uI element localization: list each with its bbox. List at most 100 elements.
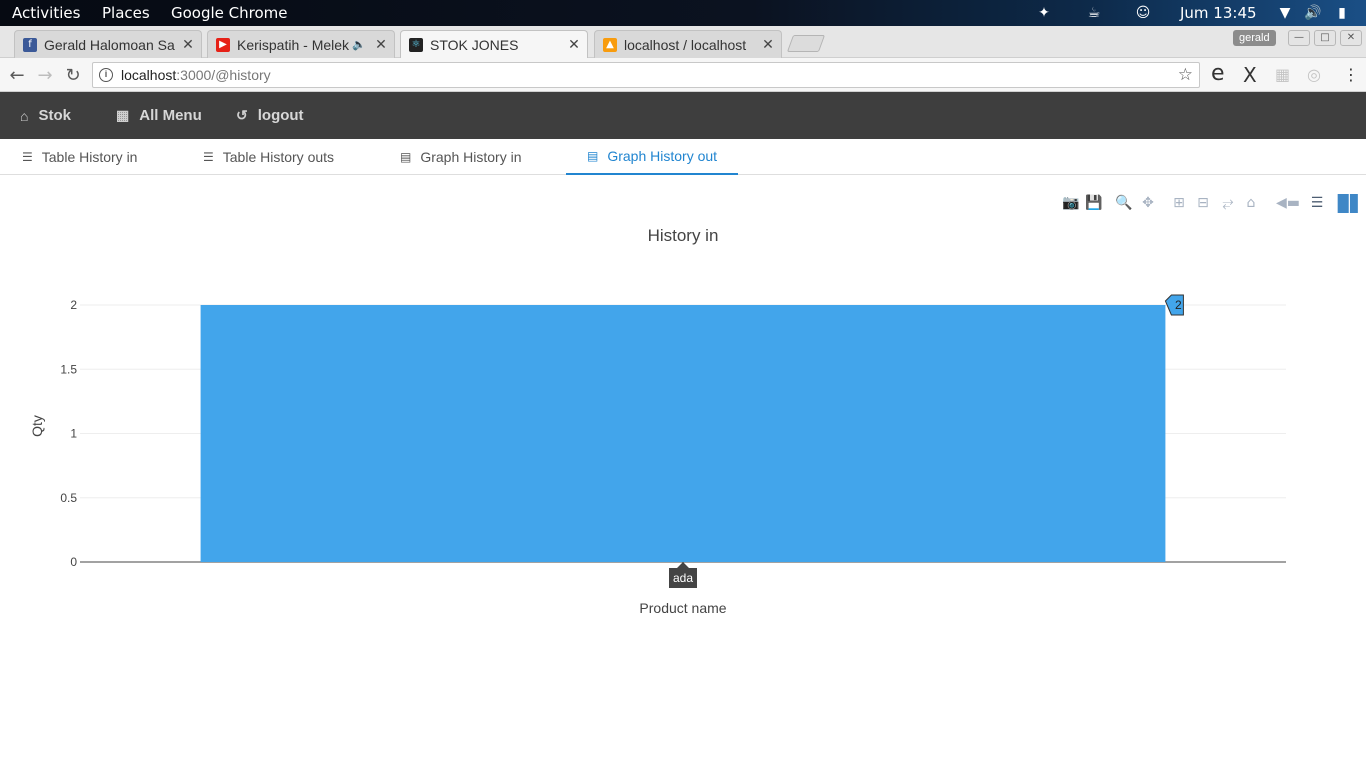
- save-icon[interactable]: 💾: [1085, 194, 1103, 212]
- extension-grid-icon[interactable]: ▦: [1275, 65, 1290, 84]
- tab-title: Kerispatih - Melek: [237, 36, 350, 53]
- reset-icon[interactable]: ⌂: [1242, 194, 1260, 212]
- x-hover-label: ada: [673, 571, 693, 585]
- accessibility-icon[interactable]: ☺: [1134, 4, 1152, 22]
- tick-labels: 0 0.5 1 1.5 2: [60, 298, 77, 569]
- forward-icon[interactable]: →: [34, 64, 56, 86]
- tab-title: localhost / localhost: [624, 36, 747, 53]
- y-tick-label: 1.5: [60, 362, 77, 376]
- hover-compare-icon[interactable]: ☰: [1306, 194, 1328, 212]
- zoom-in-icon[interactable]: ⊞: [1170, 194, 1188, 212]
- chrome-menu-icon[interactable]: ⋮: [1343, 65, 1359, 84]
- list-icon: ☰: [22, 150, 33, 164]
- back-icon[interactable]: ←: [6, 64, 28, 86]
- history-tabs: ☰ Table History in ☰ Table History outs …: [0, 139, 1366, 175]
- chart-icon: ▤: [587, 149, 599, 163]
- y-tick-label: 0.5: [60, 491, 77, 505]
- close-icon[interactable]: ✕: [179, 37, 197, 53]
- app-menu[interactable]: Google Chrome: [171, 4, 288, 22]
- audio-icon[interactable]: 🔈: [352, 38, 366, 51]
- clock[interactable]: Jum 13:45: [1180, 4, 1257, 22]
- phpmyadmin-icon: ▲: [603, 37, 617, 52]
- chart-title: History in: [648, 226, 719, 245]
- url-host: localhost: [121, 67, 177, 83]
- youtube-icon: ▶: [216, 37, 230, 52]
- y-tick-label: 2: [70, 298, 77, 312]
- wifi-icon[interactable]: ▼: [1276, 4, 1294, 22]
- y-tick-label: 0: [70, 555, 77, 569]
- grid-icon: ▦: [116, 107, 130, 123]
- plotly-logo-icon[interactable]: ▉▋: [1338, 194, 1363, 213]
- app-navbar: ⌂ Stok ▦ All Menu ↺ logout: [0, 92, 1366, 139]
- zoom-icon[interactable]: 🔍: [1115, 194, 1133, 212]
- y-tick-label: 1: [70, 427, 77, 441]
- address-bar[interactable]: i localhost:3000/@history ☆: [92, 62, 1200, 88]
- bar: [200, 305, 1166, 562]
- extension-x-icon[interactable]: X: [1243, 63, 1257, 87]
- camera-icon[interactable]: 📷: [1062, 194, 1080, 212]
- url-path: :3000/@history: [176, 67, 271, 83]
- y-hover-label: 2: [1175, 298, 1182, 312]
- update-icon[interactable]: ✦: [1035, 4, 1053, 22]
- y-hover-box: [1164, 294, 1184, 316]
- x-hover-box: [669, 562, 697, 588]
- window-close-icon[interactable]: ✕: [1340, 30, 1362, 46]
- chart-icon: ▤: [400, 150, 412, 164]
- bars: [200, 305, 1166, 562]
- battery-icon[interactable]: ▮: [1333, 4, 1351, 22]
- reload-icon[interactable]: ↻: [62, 64, 84, 86]
- browser-tab-phpmyadmin[interactable]: ▲ localhost / localhost ✕: [594, 30, 782, 58]
- home-icon: ⌂: [20, 107, 29, 124]
- react-icon: ⚛: [409, 37, 423, 52]
- maximize-icon[interactable]: □: [1314, 30, 1336, 46]
- browser-tab-facebook[interactable]: f Gerald Halomoan Sa ✕: [14, 30, 202, 58]
- nav-label: All Menu: [139, 107, 202, 124]
- close-icon[interactable]: ✕: [372, 37, 390, 53]
- tab-label: Table History outs: [222, 149, 335, 165]
- url-text[interactable]: localhost:3000/@history: [121, 67, 271, 83]
- nav-logout[interactable]: ↺ logout: [236, 92, 304, 139]
- profile-button[interactable]: gerald: [1233, 30, 1276, 46]
- cup-icon[interactable]: ☕: [1085, 4, 1103, 22]
- list-icon: ☰: [203, 150, 214, 164]
- tab-graph-history-in[interactable]: ▤ Graph History in: [400, 139, 522, 175]
- nav-label: logout: [257, 107, 304, 124]
- logout-icon: ↺: [236, 107, 248, 123]
- bookmark-star-icon[interactable]: ☆: [1178, 65, 1193, 85]
- tab-label: Table History in: [41, 149, 138, 165]
- browser-tab-stok-jones[interactable]: ⚛ STOK JONES ✕: [400, 30, 588, 58]
- hover-closest-icon[interactable]: ◀▬: [1276, 194, 1300, 212]
- extension-e-icon[interactable]: e: [1211, 61, 1225, 86]
- zoom-out-icon[interactable]: ⊟: [1194, 194, 1212, 212]
- tab-label: Graph History out: [607, 148, 718, 164]
- pan-icon[interactable]: ✥: [1139, 194, 1157, 212]
- hover-labels: ada 2: [669, 294, 1184, 588]
- browser-toolbar: ← → ↻ i localhost:3000/@history ☆ e X ▦ …: [0, 58, 1366, 92]
- x-axis-label: Product name: [639, 600, 726, 616]
- tab-graph-history-out[interactable]: ▤ Graph History out: [566, 139, 738, 175]
- tab-table-history-in[interactable]: ☰ Table History in: [22, 139, 137, 175]
- system-top-bar: Activities Places Google Chrome ✦ ☕ ☺ Ju…: [0, 0, 1366, 26]
- places-menu[interactable]: Places: [102, 4, 150, 22]
- facebook-icon: f: [23, 37, 37, 52]
- new-tab-button[interactable]: [786, 35, 826, 52]
- nav-stok[interactable]: ⌂ Stok: [20, 92, 71, 139]
- tab-title: Gerald Halomoan Sa: [44, 36, 175, 53]
- tab-label: Graph History in: [420, 149, 522, 165]
- y-axis-label: Qty: [29, 415, 45, 437]
- activities-button[interactable]: Activities: [12, 4, 80, 22]
- nav-all-menu[interactable]: ▦ All Menu: [116, 92, 202, 139]
- gridlines: [80, 304, 1286, 563]
- close-icon[interactable]: ✕: [565, 37, 583, 53]
- volume-icon[interactable]: 🔊: [1304, 4, 1322, 22]
- autoscale-icon[interactable]: ⥂: [1219, 194, 1237, 212]
- tab-table-history-outs[interactable]: ☰ Table History outs: [203, 139, 334, 175]
- close-icon[interactable]: ✕: [759, 37, 777, 53]
- info-icon[interactable]: i: [99, 68, 113, 82]
- browser-tab-youtube[interactable]: ▶ Kerispatih - Melek 🔈 ✕: [207, 30, 395, 58]
- nav-label: Stok: [38, 107, 71, 124]
- extension-circle-icon[interactable]: ◎: [1307, 65, 1321, 84]
- browser-tab-strip: f Gerald Halomoan Sa ✕ ▶ Kerispatih - Me…: [0, 26, 1366, 58]
- tab-title: STOK JONES: [430, 36, 519, 53]
- minimize-icon[interactable]: —: [1288, 30, 1310, 46]
